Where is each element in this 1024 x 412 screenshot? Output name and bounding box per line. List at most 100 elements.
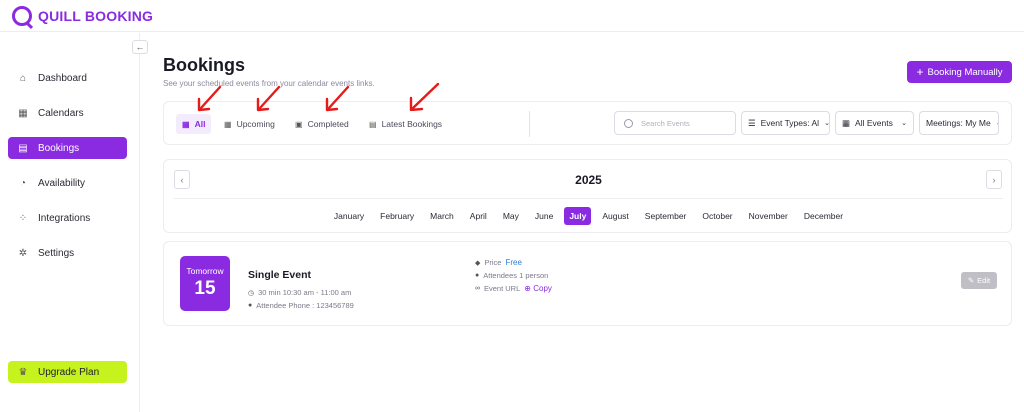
meetings-value: Meetings: My Me (926, 118, 991, 128)
sidebar-item-bookings[interactable]: ▤ Bookings (8, 137, 127, 159)
event-time-text: 30 min 10:30 am - 11:00 am (258, 288, 352, 297)
arrow-left-icon: ← (135, 42, 145, 52)
booking-card: Tomorrow 15 Single Event ◷ 30 min 10:30 … (163, 241, 1012, 326)
clock-icon: ◷ (248, 289, 255, 297)
tab-label: Latest Bookings (381, 119, 443, 129)
month-picker: ‹ 2025 › January February March April Ma… (163, 159, 1012, 233)
top-bar: QUILL BOOKING (0, 0, 1024, 32)
sidebar-item-availability[interactable]: ◔ Availability (8, 172, 127, 194)
chevron-right-icon: › (992, 174, 996, 185)
chevron-down-icon: ⌄ (901, 120, 907, 127)
calendar-icon: ▦ (224, 119, 232, 129)
meetings-select[interactable]: Meetings: My Me ⌄ (919, 111, 999, 135)
month-february[interactable]: February (375, 207, 419, 225)
bookings-icon: ▤ (18, 142, 28, 154)
month-march[interactable]: March (425, 207, 459, 225)
bookings-icon: ▤ (369, 119, 377, 129)
edit-icon: ✎ (967, 276, 975, 285)
sidebar-item-label: Integrations (38, 212, 91, 224)
location-pin-icon: ● (248, 302, 253, 309)
event-price: ◆ Price Free (475, 258, 522, 267)
annotation-arrow-icon (197, 85, 222, 112)
all-events-select[interactable]: ▦ All Events ⌄ (835, 111, 914, 135)
upgrade-plan-button[interactable]: ♛ Upgrade Plan (8, 361, 127, 383)
event-types-value: Event Types: Al (760, 118, 820, 128)
link-icon: ∞ (475, 285, 480, 292)
annotation-arrow-icon (409, 82, 440, 111)
month-january[interactable]: January (329, 207, 369, 225)
search-input[interactable] (641, 118, 726, 128)
sidebar-item-label: Settings (38, 247, 75, 259)
calendar-check-icon: ▣ (295, 119, 303, 129)
event-url: ∞ Event URL ⊕ Copy (475, 284, 552, 293)
sidebar-item-label: Availability (38, 177, 86, 189)
copy-label: Copy (533, 284, 552, 293)
price-label: Price (484, 258, 502, 267)
tab-label: Completed (307, 119, 349, 129)
brand-logo[interactable]: QUILL BOOKING (12, 6, 153, 26)
event-title: Single Event (248, 269, 312, 281)
copy-link[interactable]: ⊕ Copy (524, 284, 552, 293)
tab-label: All (194, 119, 206, 129)
upgrade-plan-label: Upgrade Plan (38, 366, 100, 378)
sidebar-item-settings[interactable]: ✲ Settings (8, 242, 127, 264)
next-year-button[interactable]: › (986, 170, 1002, 189)
year-label: 2025 (575, 173, 602, 187)
search-icon (624, 118, 633, 128)
clock-icon: ◔ (19, 177, 27, 189)
quill-logo-icon (12, 6, 32, 26)
all-events-value: All Events (855, 118, 893, 128)
calendar-icon: ▦ (182, 119, 190, 129)
user-icon: ● (475, 272, 480, 279)
sidebar-item-label: Calendars (38, 107, 84, 119)
sidebar-item-label: Dashboard (38, 72, 87, 84)
month-april[interactable]: April (465, 207, 492, 225)
tab-all[interactable]: ▦ All (176, 114, 212, 134)
event-types-select[interactable]: ☰ Event Types: Al ⌄ (741, 111, 830, 135)
month-june[interactable]: June (530, 207, 558, 225)
sidebar-item-calendars[interactable]: ▦ Calendars (8, 102, 127, 124)
event-time: ◷ 30 min 10:30 am - 11:00 am (248, 288, 351, 297)
gear-icon: ✲ (18, 247, 28, 259)
sidebar-collapse-button[interactable]: ← (132, 40, 148, 54)
month-may[interactable]: May (498, 207, 524, 225)
tab-latest-bookings[interactable]: ▤ Latest Bookings (363, 114, 448, 134)
sidebar-item-integrations[interactable]: ⁘ Integrations (8, 207, 127, 229)
attendees-text: Attendees 1 person (483, 271, 549, 280)
month-september[interactable]: September (640, 207, 692, 225)
tab-label: Upcoming (236, 119, 275, 129)
price-value: Free (505, 258, 522, 267)
chevron-down-icon: ⌄ (996, 119, 998, 127)
search-field[interactable] (614, 111, 736, 135)
plus-icon: + (916, 65, 924, 79)
copy-icon: ⊕ (524, 284, 531, 293)
attendee-phone: ● Attendee Phone : 123456789 (248, 301, 354, 310)
edit-label: Edit (977, 276, 991, 285)
date-label: Tomorrow (186, 266, 224, 276)
booking-manually-button[interactable]: + Booking Manually (907, 61, 1012, 83)
date-badge: Tomorrow 15 (180, 256, 230, 311)
filter-lines-icon: ☰ (748, 117, 756, 128)
page-title: Bookings (163, 55, 246, 75)
divider (529, 111, 530, 137)
sidebar-item-label: Bookings (38, 142, 80, 154)
month-october[interactable]: October (697, 207, 737, 225)
brand-name: QUILL BOOKING (38, 8, 154, 24)
months-row: January February March April May June Ju… (164, 207, 1013, 225)
tab-completed[interactable]: ▣ Completed (289, 114, 355, 134)
annotation-arrow-icon (256, 85, 281, 112)
chevron-down-icon: ⌄ (824, 120, 830, 127)
tab-upcoming[interactable]: ▦ Upcoming (218, 114, 281, 134)
attendee-phone-text: Attendee Phone : 123456789 (256, 301, 354, 310)
month-november[interactable]: November (744, 207, 793, 225)
month-december[interactable]: December (799, 207, 848, 225)
grid-icon: ⁘ (18, 212, 28, 224)
price-tag-icon: ◆ (475, 259, 481, 267)
sidebar-item-dashboard[interactable]: ⌂ Dashboard (8, 67, 127, 89)
month-august[interactable]: August (597, 207, 633, 225)
crown-icon: ♛ (18, 366, 28, 378)
calendar-icon: ▦ (18, 107, 28, 119)
divider (174, 198, 1003, 199)
edit-button[interactable]: ✎ Edit (961, 272, 997, 289)
month-july[interactable]: July (564, 207, 592, 225)
